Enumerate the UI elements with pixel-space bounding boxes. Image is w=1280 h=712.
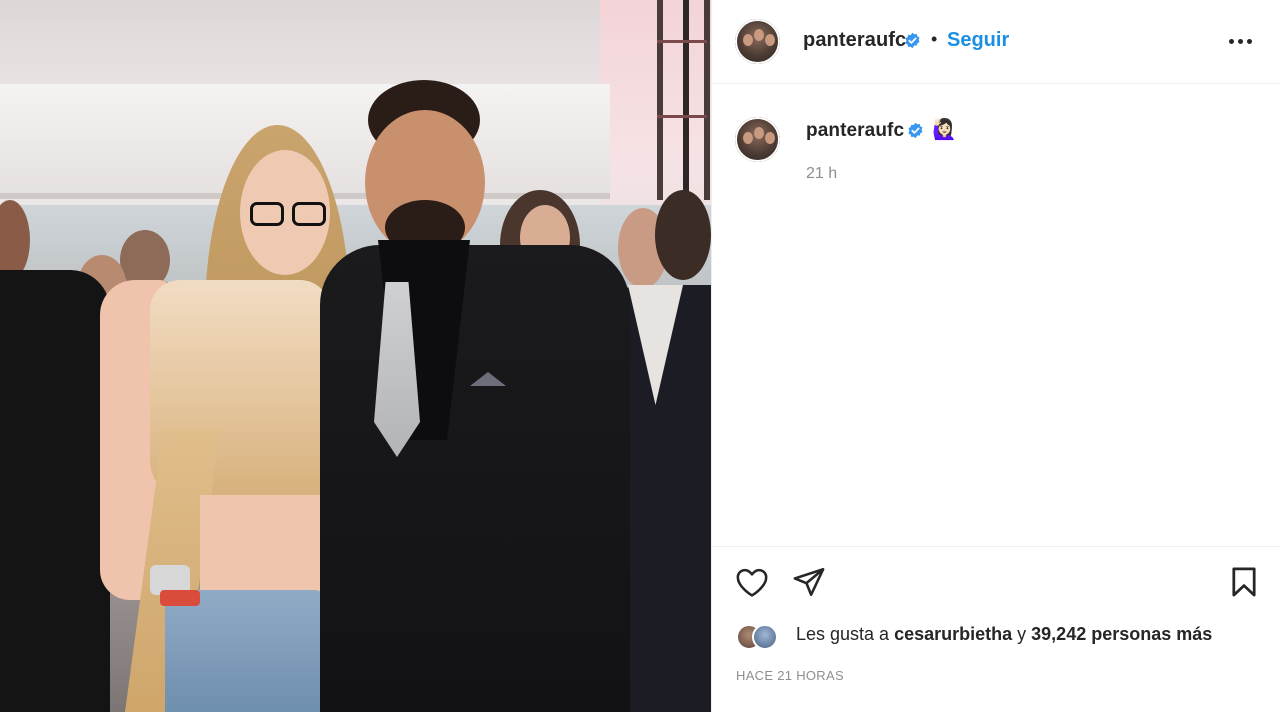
avatar-ring xyxy=(735,19,780,64)
verified-badge-icon xyxy=(908,122,923,139)
photo-woman-waist xyxy=(200,495,330,605)
bookmark-icon[interactable] xyxy=(1229,566,1259,598)
caption-timestamp[interactable]: 21 h xyxy=(806,165,837,183)
photo-man-suit xyxy=(320,245,630,712)
author-avatar[interactable] xyxy=(735,19,780,64)
likes-suffix[interactable]: personas más xyxy=(1086,624,1212,644)
post-sidebar: panteraufc • Seguir panteraufc 🙋🏻‍♀️ 21 … xyxy=(711,0,1280,712)
photo-truss-bar xyxy=(657,40,707,43)
post-photo[interactable] xyxy=(0,0,711,712)
photo-woman-wristband xyxy=(160,590,200,606)
photo-truss-left xyxy=(657,0,663,200)
caption-text: 🙋🏻‍♀️ xyxy=(932,119,957,141)
follow-button[interactable]: Seguir xyxy=(947,29,1009,52)
photo-truss-bar xyxy=(657,115,707,118)
avatar-ring xyxy=(735,117,780,162)
photo-woman-glasses-right xyxy=(292,202,326,226)
likes-count-link[interactable]: 39,242 xyxy=(1031,624,1086,644)
header-separator: • xyxy=(931,29,938,49)
author-username[interactable]: panteraufc xyxy=(803,29,906,52)
photo-bg-man-hair xyxy=(655,190,711,280)
caption-username[interactable]: panteraufc xyxy=(806,120,904,142)
photo-truss-mid xyxy=(683,0,689,200)
photo-left-backpack xyxy=(0,270,110,712)
photo-truss-right xyxy=(704,0,710,200)
verified-badge-icon xyxy=(905,32,920,49)
likes-summary[interactable]: Les gusta a cesarurbietha y 39,242 perso… xyxy=(796,624,1212,645)
photo-woman-glasses-left xyxy=(250,202,284,226)
heart-icon[interactable] xyxy=(735,566,769,598)
post-header: panteraufc • Seguir xyxy=(712,0,1280,84)
photo-woman-jeans xyxy=(165,590,325,712)
likes-middle: y xyxy=(1012,624,1032,644)
more-options-icon[interactable] xyxy=(1229,37,1255,45)
liker-username-link[interactable]: cesarurbietha xyxy=(894,624,1012,644)
caption-author-avatar[interactable] xyxy=(735,117,780,162)
paper-plane-icon[interactable] xyxy=(792,566,826,598)
likes-prefix: Les gusta a xyxy=(796,624,895,644)
post-timestamp[interactable]: HACE 21 HORAS xyxy=(736,668,844,683)
liker-avatar xyxy=(752,624,778,650)
